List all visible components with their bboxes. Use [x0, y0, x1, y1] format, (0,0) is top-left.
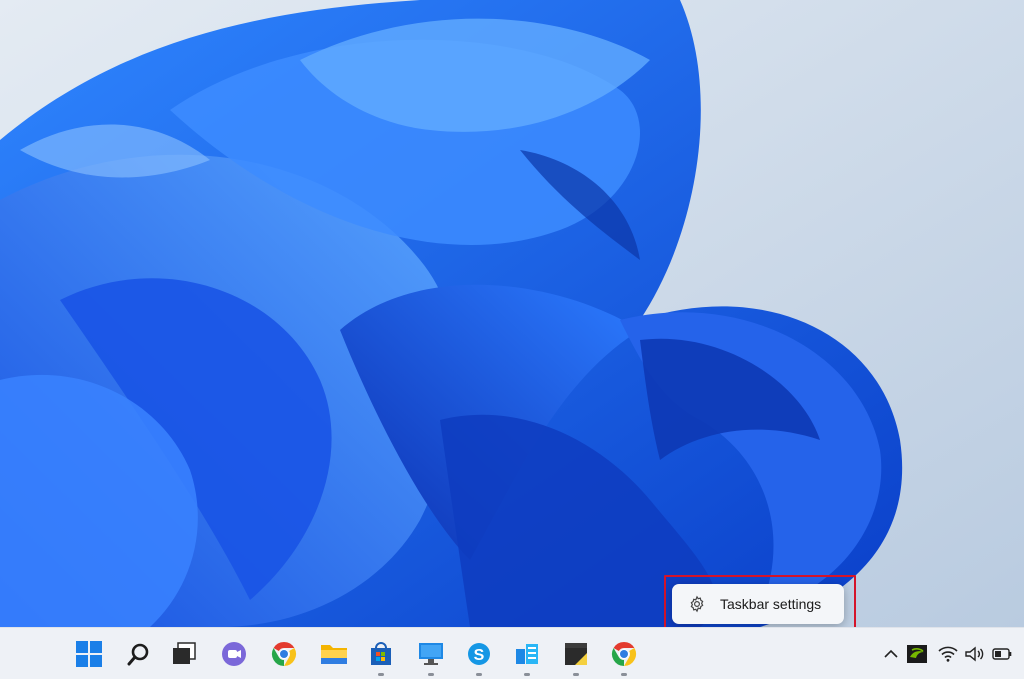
store-icon — [371, 642, 391, 665]
show-hidden-icons-button[interactable] — [880, 643, 902, 665]
azure-data-button[interactable] — [511, 638, 543, 676]
running-indicator — [621, 673, 627, 676]
running-indicator — [573, 673, 579, 676]
battery-button[interactable] — [991, 643, 1013, 665]
task-view-icon — [173, 642, 196, 664]
speaker-icon — [965, 646, 984, 662]
running-indicator — [476, 673, 482, 676]
search-icon — [127, 643, 149, 666]
skype-button[interactable]: S — [463, 638, 495, 676]
skype-icon: S — [468, 643, 490, 665]
remote-desktop-button[interactable] — [415, 638, 447, 676]
sticky-notes-button[interactable] — [560, 638, 592, 676]
nvidia-icon — [907, 645, 927, 663]
desktop-wallpaper — [0, 0, 1024, 627]
chrome-button[interactable] — [268, 638, 300, 670]
chrome-icon — [611, 642, 637, 666]
running-indicator — [524, 673, 530, 676]
note-icon — [565, 643, 587, 665]
database-icon — [516, 644, 538, 664]
start-button[interactable] — [73, 638, 105, 670]
nvidia-tray-button[interactable] — [906, 643, 928, 665]
svg-text:S: S — [474, 647, 485, 664]
search-button[interactable] — [123, 638, 155, 670]
file-explorer-button[interactable] — [318, 638, 350, 670]
microsoft-store-button[interactable] — [365, 638, 397, 676]
task-view-button[interactable] — [168, 638, 200, 670]
chat-icon — [222, 642, 246, 666]
volume-button[interactable] — [964, 643, 986, 665]
taskbar-context-menu: Taskbar settings — [672, 584, 844, 624]
taskbar-settings-menu-item[interactable]: Taskbar settings — [686, 593, 821, 615]
wifi-button[interactable] — [937, 643, 959, 665]
windows-logo-icon — [76, 641, 102, 667]
folder-icon — [321, 645, 347, 664]
running-indicator — [428, 673, 434, 676]
taskbar-settings-label: Taskbar settings — [720, 596, 822, 612]
battery-icon — [992, 648, 1012, 660]
monitor-icon — [419, 643, 443, 665]
wifi-icon — [938, 646, 958, 662]
chat-button[interactable] — [218, 638, 250, 670]
running-indicator — [378, 673, 384, 676]
chrome-icon — [271, 642, 297, 666]
chevron-up-icon — [884, 649, 898, 658]
gear-icon — [686, 593, 708, 615]
taskbar: S — [0, 627, 1024, 679]
chrome-2-button[interactable] — [608, 638, 640, 676]
